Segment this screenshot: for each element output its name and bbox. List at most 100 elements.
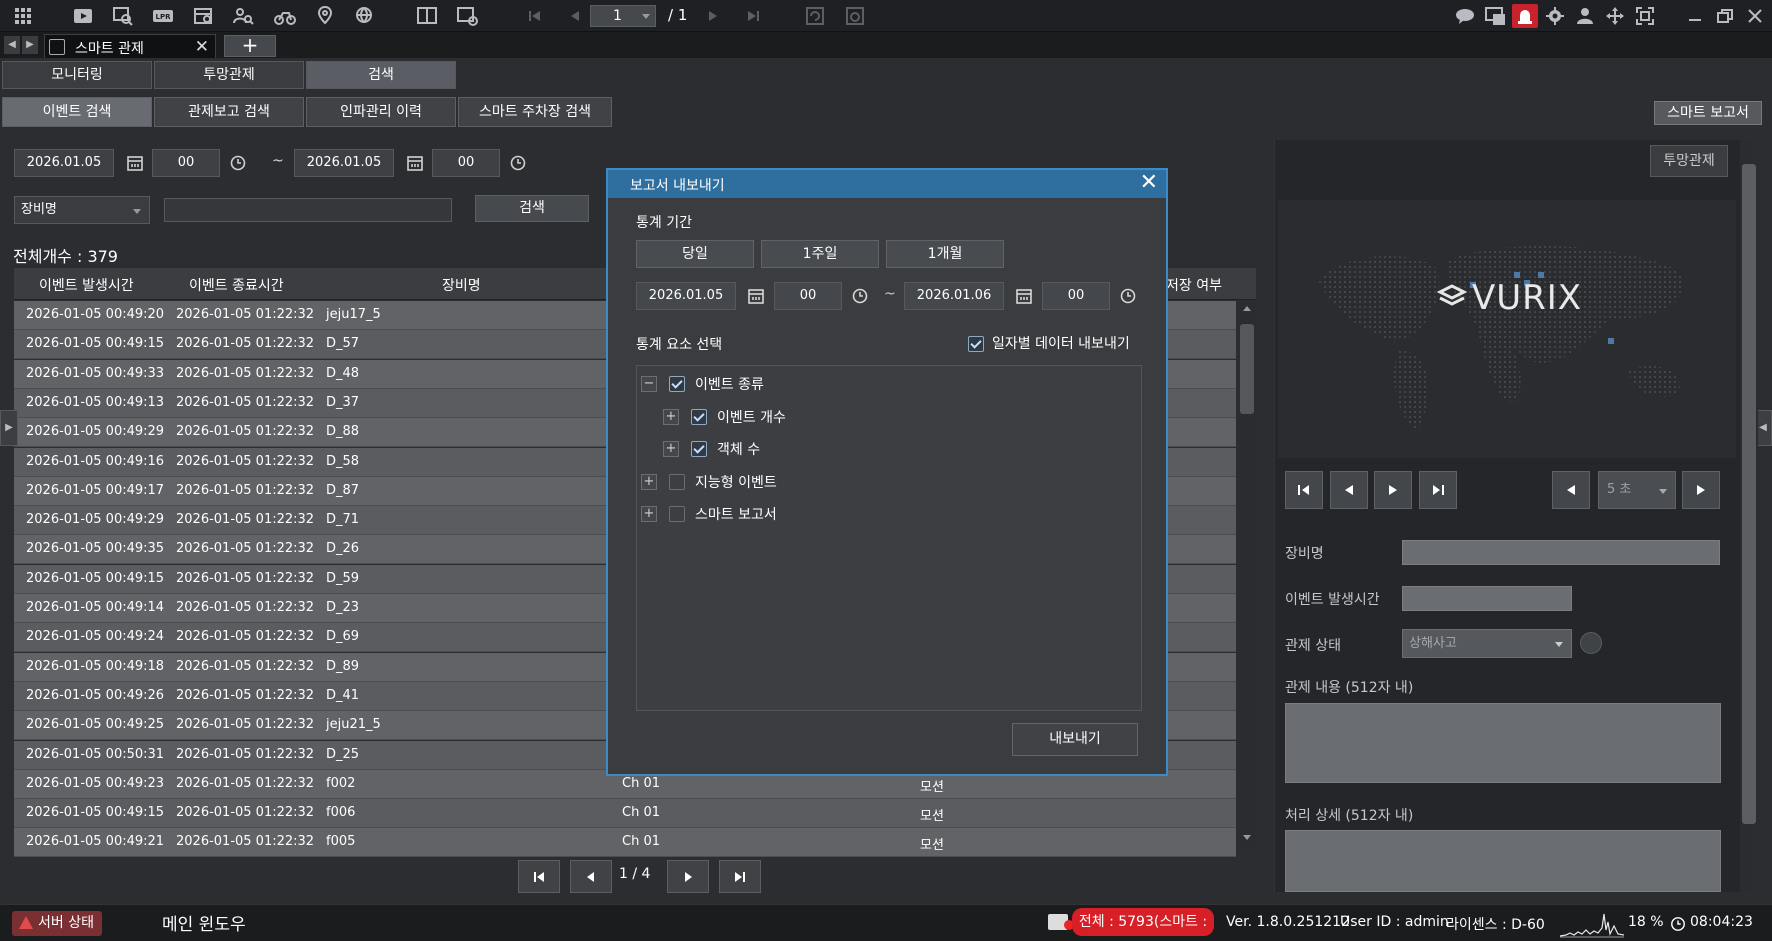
first-page-icon[interactable] [522,4,548,28]
chat-icon[interactable] [1452,4,1478,28]
period-today-button[interactable]: 당일 [636,240,754,268]
prev-page-icon[interactable] [562,4,588,28]
tree-item-label[interactable]: 지능형 이벤트 [695,472,777,492]
end-date-input[interactable]: 2026.01.05 [294,149,394,177]
server-status-button[interactable]: 서버 상태 [12,911,102,936]
collapse-left-panel-button[interactable]: ▶ [0,410,18,446]
modal-end-hour-input[interactable]: 00 [1042,282,1110,310]
start-hour-input[interactable]: 00 [152,149,220,177]
process-detail-textarea[interactable] [1285,830,1721,892]
modal-end-date-input[interactable]: 2026.01.06 [904,282,1004,310]
subtab-crowd-history[interactable]: 인파관리 이력 [306,97,456,127]
period-week-button[interactable]: 1주일 [761,240,879,268]
interval-prev-button[interactable] [1552,471,1590,509]
table-row[interactable]: 2026-01-05 00:49:21 2026-01-05 01:22:32 f0… [14,828,1236,858]
clock-icon[interactable] [229,154,247,172]
device-name-field[interactable] [1402,540,1720,565]
dialog-close-icon[interactable]: ✕ [1140,172,1158,194]
user-icon[interactable] [1572,4,1598,28]
column-header[interactable]: 저장 여부 [1166,275,1222,295]
add-screen-icon[interactable] [454,4,480,28]
column-header[interactable]: 이벤트 종료시간 [189,275,284,295]
calendar-icon[interactable] [1015,287,1033,305]
split-screen-icon[interactable] [414,4,440,28]
scroll-down-icon[interactable] [1243,835,1251,840]
lpr-icon[interactable]: LPR [150,4,176,28]
restore-icon[interactable] [1712,4,1738,28]
period-month-button[interactable]: 1개월 [886,240,1004,268]
clock-icon[interactable] [851,287,869,305]
pager-first-button[interactable] [518,860,560,893]
tree-item-label[interactable]: 객체 수 [717,439,760,459]
gear-icon[interactable] [1542,4,1568,28]
add-tab-button[interactable]: + [224,35,276,57]
grid-menu-icon[interactable] [10,4,36,28]
control-status-select[interactable]: 상해사고 [1402,629,1572,658]
right-panel-scrollbar-thumb[interactable] [1742,164,1756,824]
keyword-input[interactable] [164,198,452,222]
play-reverse-button[interactable] [1330,471,1368,509]
globe-search-icon[interactable] [352,4,378,28]
interval-next-button[interactable] [1682,471,1720,509]
alarm-icon[interactable] [1512,4,1538,28]
tree-item-checkbox[interactable] [691,408,707,425]
move-icon[interactable] [1602,4,1628,28]
calendar-device-icon[interactable] [190,4,216,28]
scroll-up-icon[interactable] [1243,306,1251,311]
timer-icon[interactable] [842,4,868,28]
subtab-event-search[interactable]: 이벤트 검색 [2,97,152,127]
bike-icon[interactable] [272,4,298,28]
tab-scroll-left-icon[interactable]: ◀ [4,36,20,54]
refresh-icon[interactable] [802,4,828,28]
people-search-icon[interactable] [230,4,256,28]
next-page-icon[interactable] [700,4,726,28]
collapse-icon[interactable]: − [641,376,657,392]
tab-scroll-right-icon[interactable]: ▶ [22,36,38,54]
close-icon[interactable] [1742,4,1768,28]
column-header[interactable]: 이벤트 발생시간 [39,275,134,295]
play-video-icon[interactable] [70,4,96,28]
tree-item-label[interactable]: 스마트 보고서 [695,504,777,524]
tree-item-label[interactable]: 이벤트 개수 [717,407,786,427]
start-date-input[interactable]: 2026.01.05 [14,149,114,177]
fullscreen-icon[interactable] [1632,4,1658,28]
minimize-icon[interactable] [1682,4,1708,28]
modal-start-hour-input[interactable]: 00 [774,282,842,310]
tree-item-checkbox[interactable] [669,506,685,522]
table-scrollbar-thumb[interactable] [1240,324,1254,414]
expand-icon[interactable]: + [641,506,657,522]
tab-search[interactable]: 검색 [306,61,456,89]
pin-icon[interactable] [1580,632,1602,654]
modal-start-date-input[interactable]: 2026.01.05 [636,282,736,310]
message-screen-icon[interactable] [1482,4,1508,28]
tab-net-control[interactable]: 투망관제 [154,61,304,89]
total-event-badge[interactable]: 전체 : 5793(스마트 : 0) [1072,908,1214,936]
calendar-icon[interactable] [406,154,424,172]
tree-item-label[interactable]: 이벤트 종류 [695,374,764,394]
step-back-button[interactable] [1285,471,1323,509]
step-forward-button[interactable] [1419,471,1457,509]
clock-icon[interactable] [1119,287,1137,305]
tab-close-icon[interactable]: ✕ [195,37,209,57]
tree-item-checkbox[interactable] [669,473,685,490]
last-page-icon[interactable] [740,4,766,28]
calendar-icon[interactable] [126,154,144,172]
expand-icon[interactable]: + [663,441,679,457]
pager-prev-button[interactable] [570,860,612,893]
calendar-icon[interactable] [747,287,765,305]
camera-alert-icon[interactable] [1048,914,1074,930]
subtab-control-report-search[interactable]: 관제보고 검색 [154,97,304,127]
map-search-icon[interactable] [312,4,338,28]
table-row[interactable]: 2026-01-05 00:49:15 2026-01-05 01:22:32 f0… [14,799,1236,829]
column-header[interactable]: 장비명 [442,275,481,295]
control-content-textarea[interactable] [1285,703,1721,783]
event-time-field[interactable] [1402,586,1572,611]
pager-last-button[interactable] [719,860,761,893]
tab-monitoring[interactable]: 모니터링 [2,61,152,89]
interval-select[interactable]: 5 초 [1598,471,1676,509]
tab-smart-control[interactable]: 스마트 관제 ✕ [44,34,216,58]
pager-next-button[interactable] [667,860,709,893]
search-camera-icon[interactable] [110,4,136,28]
play-button[interactable] [1374,471,1412,509]
search-button[interactable]: 검색 [475,195,589,222]
